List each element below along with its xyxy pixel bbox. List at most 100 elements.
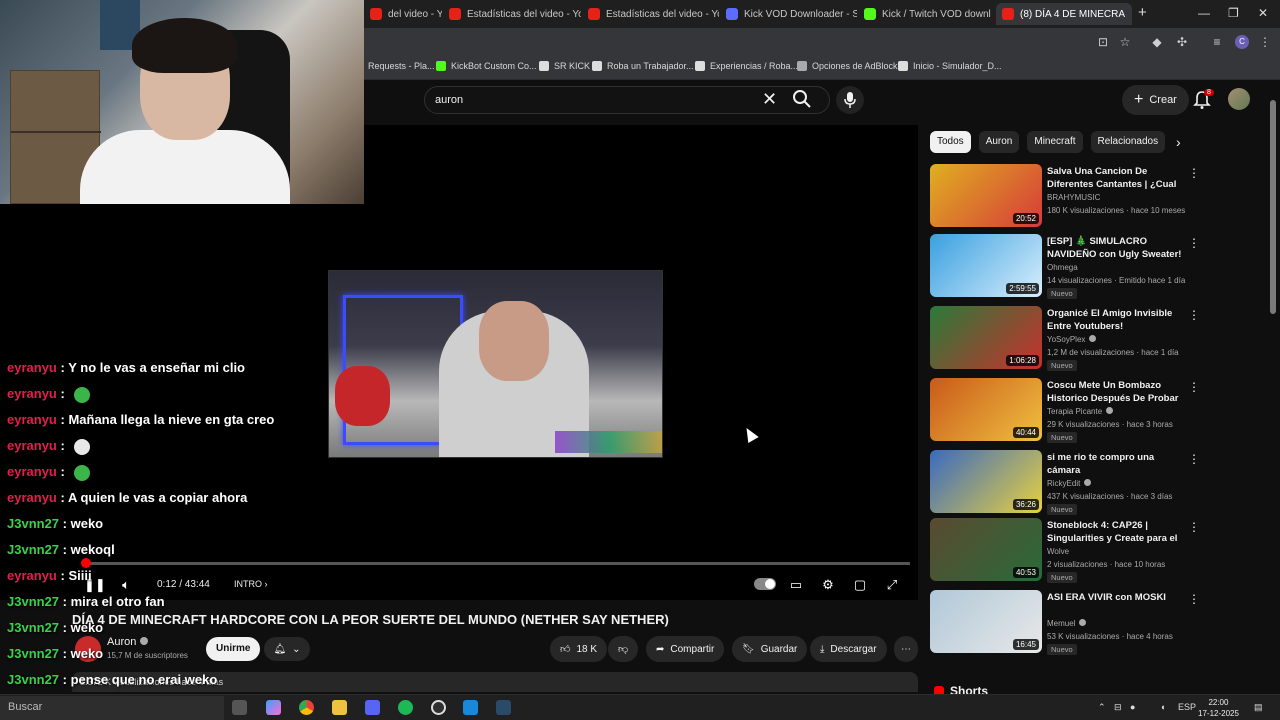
more-actions-button[interactable]: ⋯ (894, 636, 918, 662)
browser-profile-avatar[interactable]: C (1235, 35, 1249, 49)
speaker-icon[interactable]: ◖ (1160, 702, 1165, 712)
filter-chip[interactable]: Auron (978, 131, 1020, 153)
video-thumbnail[interactable]: 20:52 (930, 164, 1042, 227)
recommended-video[interactable]: 16:45 ASI ERA VIVIR con MOSKI Memuel 53 K v… (930, 590, 1200, 655)
video-title-link[interactable]: Stoneblock 4: CAP26 | Singularities y Cr… (1047, 519, 1185, 545)
bookmark-item[interactable]: Inicio - Simulador_D... (898, 61, 1002, 71)
filter-chip[interactable]: Relacionados (1090, 131, 1166, 153)
puzzle-icon[interactable]: ✣ (1175, 35, 1189, 49)
language-indicator[interactable]: ESP (1178, 702, 1196, 712)
browser-tab[interactable]: Kick / Twitch VOD downl✕ (858, 3, 995, 25)
minimize-button[interactable]: — (1198, 6, 1210, 20)
filter-chip[interactable]: Minecraft (1027, 131, 1083, 153)
recommended-video[interactable]: 40:44 Coscu Mete Un Bombazo Historico Des… (930, 378, 1200, 443)
save-button[interactable]: 🔖︎ Guardar (732, 636, 808, 662)
bookmark-item[interactable]: Experiencias / Roba... (695, 61, 798, 71)
taskbar-search[interactable]: Buscar (0, 696, 224, 720)
search-icon[interactable] (792, 89, 812, 109)
obs-icon[interactable] (431, 700, 446, 715)
browser-tab[interactable]: (8) DÍA 4 DE MINECRA ✕ (996, 3, 1132, 25)
spotify-icon[interactable] (398, 700, 413, 715)
scrollbar-thumb[interactable] (1270, 100, 1276, 314)
video-channel[interactable]: Wolve (1047, 547, 1069, 556)
more-options-icon[interactable]: ⋮ (1188, 380, 1200, 394)
video-channel[interactable]: Terapia Picante (1047, 407, 1114, 416)
chrome-icon[interactable] (299, 700, 314, 715)
video-thumbnail[interactable]: 40:53 (930, 518, 1042, 581)
video-channel[interactable]: Memuel (1047, 619, 1087, 628)
new-tab-button[interactable]: + (1138, 4, 1147, 21)
filter-chip[interactable]: Todos (930, 131, 971, 153)
extension-icon[interactable]: ◆ (1150, 35, 1164, 49)
account-avatar[interactable] (1228, 88, 1250, 110)
task-view-icon[interactable] (232, 700, 247, 715)
create-button[interactable]: + Crear (1122, 85, 1189, 115)
recommended-video[interactable]: 40:53 Stoneblock 4: CAP26 | Singularities… (930, 518, 1200, 583)
settings-gear-icon[interactable]: ⚙ (818, 575, 838, 595)
browser-menu-icon[interactable]: ⋮ (1258, 35, 1272, 49)
media-icon[interactable]: ≡ (1210, 35, 1224, 49)
file-explorer-icon[interactable] (332, 700, 347, 715)
browser-tab[interactable]: Estadísticas del video - Yo✕ (443, 3, 581, 25)
video-thumbnail[interactable]: 16:45 (930, 590, 1042, 653)
fullscreen-icon[interactable]: ⤢ (882, 575, 902, 595)
video-title-link[interactable]: Salva Una Cancion De Diferentes Cantante… (1047, 165, 1185, 191)
network-icon[interactable]: ⊟ (1114, 702, 1122, 713)
taskbar-clock[interactable]: 22:00 17-12-2025 (1198, 697, 1239, 719)
download-button[interactable]: ⤓ Descargar (810, 636, 887, 662)
more-options-icon[interactable]: ⋮ (1188, 308, 1200, 322)
restore-button[interactable]: ❐ (1228, 6, 1239, 20)
more-options-icon[interactable]: ⋮ (1188, 236, 1200, 250)
bookmark-star-icon[interactable]: ☆ (1118, 35, 1132, 49)
chevron-right-icon[interactable]: › (1176, 134, 1181, 150)
subtitles-icon[interactable]: ▭ (786, 575, 806, 595)
autoplay-toggle[interactable] (754, 578, 776, 590)
video-thumbnail[interactable]: 40:44 (930, 378, 1042, 441)
recommended-video[interactable]: 36:26 si me rio te compro una cámara Ricky… (930, 450, 1200, 515)
video-channel[interactable]: RickyEdit (1047, 479, 1092, 488)
browser-tab[interactable]: del video - Yo✕ (364, 3, 442, 25)
dislike-button[interactable]: 👎︎ (608, 636, 639, 662)
video-channel[interactable]: Ohmega (1047, 263, 1078, 272)
more-options-icon[interactable]: ⋮ (1188, 592, 1200, 606)
video-title-link[interactable]: Organicé El Amigo Invisible Entre Youtub… (1047, 307, 1185, 333)
more-options-icon[interactable]: ⋮ (1188, 520, 1200, 534)
discord-icon[interactable] (365, 700, 380, 715)
video-title-link[interactable]: Coscu Mete Un Bombazo Historico Después … (1047, 379, 1185, 405)
bookmark-item[interactable]: Opciones de AdBlock (797, 61, 898, 71)
terminal-icon[interactable] (496, 700, 511, 715)
share-button[interactable]: ➦ Compartir (646, 636, 725, 662)
search-clear-button[interactable]: ✕ (762, 90, 777, 108)
recommended-video[interactable]: 2:59:55 [ESP] 🎄 SIMULACRO NAVIDEÑO con Ug… (930, 234, 1200, 299)
copilot-icon[interactable] (266, 700, 281, 715)
bookmark-item[interactable]: SR KICK (539, 61, 590, 71)
recommended-video[interactable]: 1:06:28 Organicé El Amigo Invisible Entre… (930, 306, 1200, 371)
bookmark-item[interactable]: KickBot Custom Co... (436, 61, 537, 71)
theater-mode-icon[interactable]: ▢ (850, 575, 870, 595)
microphone-tray-icon[interactable]: ● (1130, 702, 1135, 712)
tray-chevron-icon[interactable]: ⌃ (1098, 702, 1106, 713)
tab-close-icon[interactable]: ✕ (1131, 8, 1132, 21)
browser-tab[interactable]: Estadísticas del video - Yo✕ (582, 3, 719, 25)
video-thumbnail[interactable]: 36:26 (930, 450, 1042, 513)
video-title-link[interactable]: ASI ERA VIVIR con MOSKI (1047, 591, 1185, 604)
page-scrollbar[interactable] (1270, 92, 1276, 692)
bookmark-item[interactable]: Requests - Pla... (368, 61, 435, 71)
video-thumbnail[interactable]: 2:59:55 (930, 234, 1042, 297)
install-icon[interactable]: ⊡ (1096, 35, 1110, 49)
video-channel[interactable]: YoSoyPlex (1047, 335, 1097, 344)
more-options-icon[interactable]: ⋮ (1188, 452, 1200, 466)
media-player-icon[interactable] (463, 700, 478, 715)
video-title-link[interactable]: [ESP] 🎄 SIMULACRO NAVIDEÑO con Ugly Swea… (1047, 235, 1185, 261)
window-close-button[interactable]: ✕ (1258, 6, 1268, 20)
video-title-link[interactable]: si me rio te compro una cámara (1047, 451, 1185, 477)
video-channel[interactable]: BRAHYMUSIC (1047, 193, 1100, 202)
recommended-video[interactable]: 20:52 Salva Una Cancion De Diferentes Can… (930, 164, 1200, 228)
notification-center-icon[interactable]: ▤ (1254, 702, 1263, 713)
browser-tab[interactable]: Kick VOD Downloader - S✕ (720, 3, 857, 25)
like-button[interactable]: 👍︎ 18 K (550, 636, 608, 662)
video-thumbnail[interactable]: 1:06:28 (930, 306, 1042, 369)
bookmark-item[interactable]: Roba un Trabajador... (592, 61, 694, 71)
more-options-icon[interactable]: ⋮ (1188, 166, 1200, 180)
voice-search-button[interactable] (836, 86, 864, 114)
